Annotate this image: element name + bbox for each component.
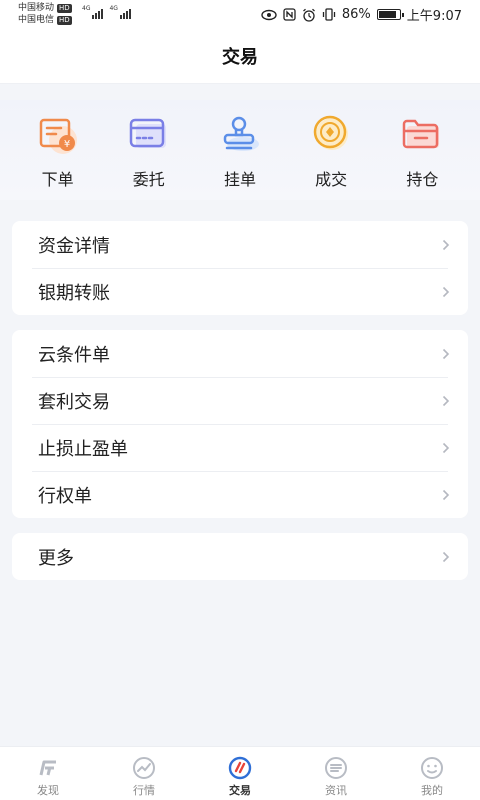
menu-item-bank-futures-transfer[interactable]: 银期转账 — [32, 268, 450, 315]
nav-tab-profile[interactable]: 我的 — [384, 747, 480, 800]
order-icon: ¥ — [39, 118, 77, 154]
menu-item-exercise-order[interactable]: 行权单 — [32, 471, 450, 518]
quick-action-position[interactable]: 持仓 — [380, 100, 464, 200]
page-title: 交易 — [222, 46, 258, 68]
carrier-info: 中国移动 HD 中国电信 HD — [18, 2, 72, 26]
quick-action-pending[interactable]: 挂单 — [198, 100, 282, 200]
menu-item-arbitrage-trading[interactable]: 套利交易 — [32, 377, 450, 424]
quick-action-label: 成交 — [315, 170, 348, 189]
nav-label: 行情 — [133, 784, 155, 797]
menu-item-label: 行权单 — [38, 486, 92, 507]
menu-item-more[interactable]: 更多 — [32, 533, 450, 580]
deal-icon — [313, 115, 349, 150]
chevron-right-icon — [440, 489, 452, 501]
quick-action-label: 持仓 — [406, 170, 439, 189]
menu-card-funds: 资金详情 银期转账 — [12, 221, 468, 315]
eye-icon — [261, 9, 277, 20]
status-right: 86% 上午9:07 — [261, 5, 462, 24]
menu-item-cloud-conditional-order[interactable]: 云条件单 — [32, 330, 450, 377]
header: 交易 — [0, 28, 480, 84]
position-folder-icon — [403, 119, 440, 149]
menu-item-fund-details[interactable]: 资金详情 — [32, 221, 450, 268]
trade-icon — [228, 756, 252, 780]
battery-icon — [376, 9, 404, 20]
bottom-nav: 发现 行情 交易 资讯 我的 — [0, 746, 480, 800]
clock: 上午9:07 — [406, 9, 462, 24]
chevron-right-icon — [440, 348, 452, 360]
carrier-2: 中国电信 — [18, 15, 55, 25]
nav-tab-market[interactable]: 行情 — [96, 747, 192, 800]
menu-item-label: 套利交易 — [38, 392, 110, 413]
signal-icon: 4G — [109, 5, 131, 19]
nav-label: 发现 — [37, 784, 59, 797]
battery-percent: 86% — [341, 7, 371, 22]
chevron-right-icon — [440, 286, 452, 298]
carrier-1: 中国移动 — [18, 3, 55, 13]
nav-tab-news[interactable]: 资讯 — [288, 747, 384, 800]
menu-card-orders: 云条件单 套利交易 止损止盈单 行权单 — [12, 330, 468, 518]
quick-actions: ¥ 下单 委托 挂单 成交 持仓 — [0, 100, 480, 200]
menu-item-label: 更多 — [38, 547, 74, 569]
profile-icon — [421, 757, 443, 779]
entrust-icon — [129, 118, 166, 148]
menu-item-label: 止损止盈单 — [38, 439, 128, 460]
status-bar: 中国移动 HD 中国电信 HD 4G 4G 86% 上午9:07 — [0, 0, 480, 28]
hd-badge: HD — [57, 3, 72, 13]
chevron-right-icon — [440, 551, 452, 563]
svg-text:¥: ¥ — [63, 139, 69, 150]
chevron-right-icon — [440, 395, 452, 407]
vibrate-icon — [322, 8, 336, 21]
quick-action-label: 委托 — [132, 170, 165, 189]
nav-label: 交易 — [229, 784, 251, 797]
chevron-right-icon — [440, 239, 452, 251]
discover-icon — [39, 760, 56, 776]
chevron-right-icon — [440, 442, 452, 454]
quick-action-label: 挂单 — [223, 170, 256, 189]
hd-badge: HD — [57, 15, 72, 25]
nav-label: 我的 — [421, 784, 443, 797]
alarm-icon — [302, 8, 315, 22]
nav-label: 资讯 — [325, 784, 347, 797]
menu-item-label: 资金详情 — [38, 235, 110, 257]
news-icon — [325, 757, 347, 779]
market-icon — [133, 757, 155, 779]
quick-action-order[interactable]: ¥ 下单 — [16, 100, 100, 200]
menu-item-label: 银期转账 — [38, 283, 110, 304]
menu-item-label: 云条件单 — [38, 344, 110, 366]
menu-item-stop-loss-take-profit[interactable]: 止损止盈单 — [32, 424, 450, 471]
nfc-icon — [283, 8, 296, 21]
quick-action-label: 下单 — [41, 170, 74, 189]
nav-tab-trade[interactable]: 交易 — [192, 747, 288, 800]
nav-tab-discover[interactable]: 发现 — [0, 747, 96, 800]
signal-indicators: 4G 4G — [82, 5, 131, 19]
quick-action-deal[interactable]: 成交 — [289, 100, 373, 200]
quick-action-entrust[interactable]: 委托 — [107, 100, 191, 200]
signal-icon: 4G — [82, 5, 104, 19]
menu-card-more: 更多 — [12, 533, 468, 580]
pending-order-icon — [223, 116, 259, 151]
